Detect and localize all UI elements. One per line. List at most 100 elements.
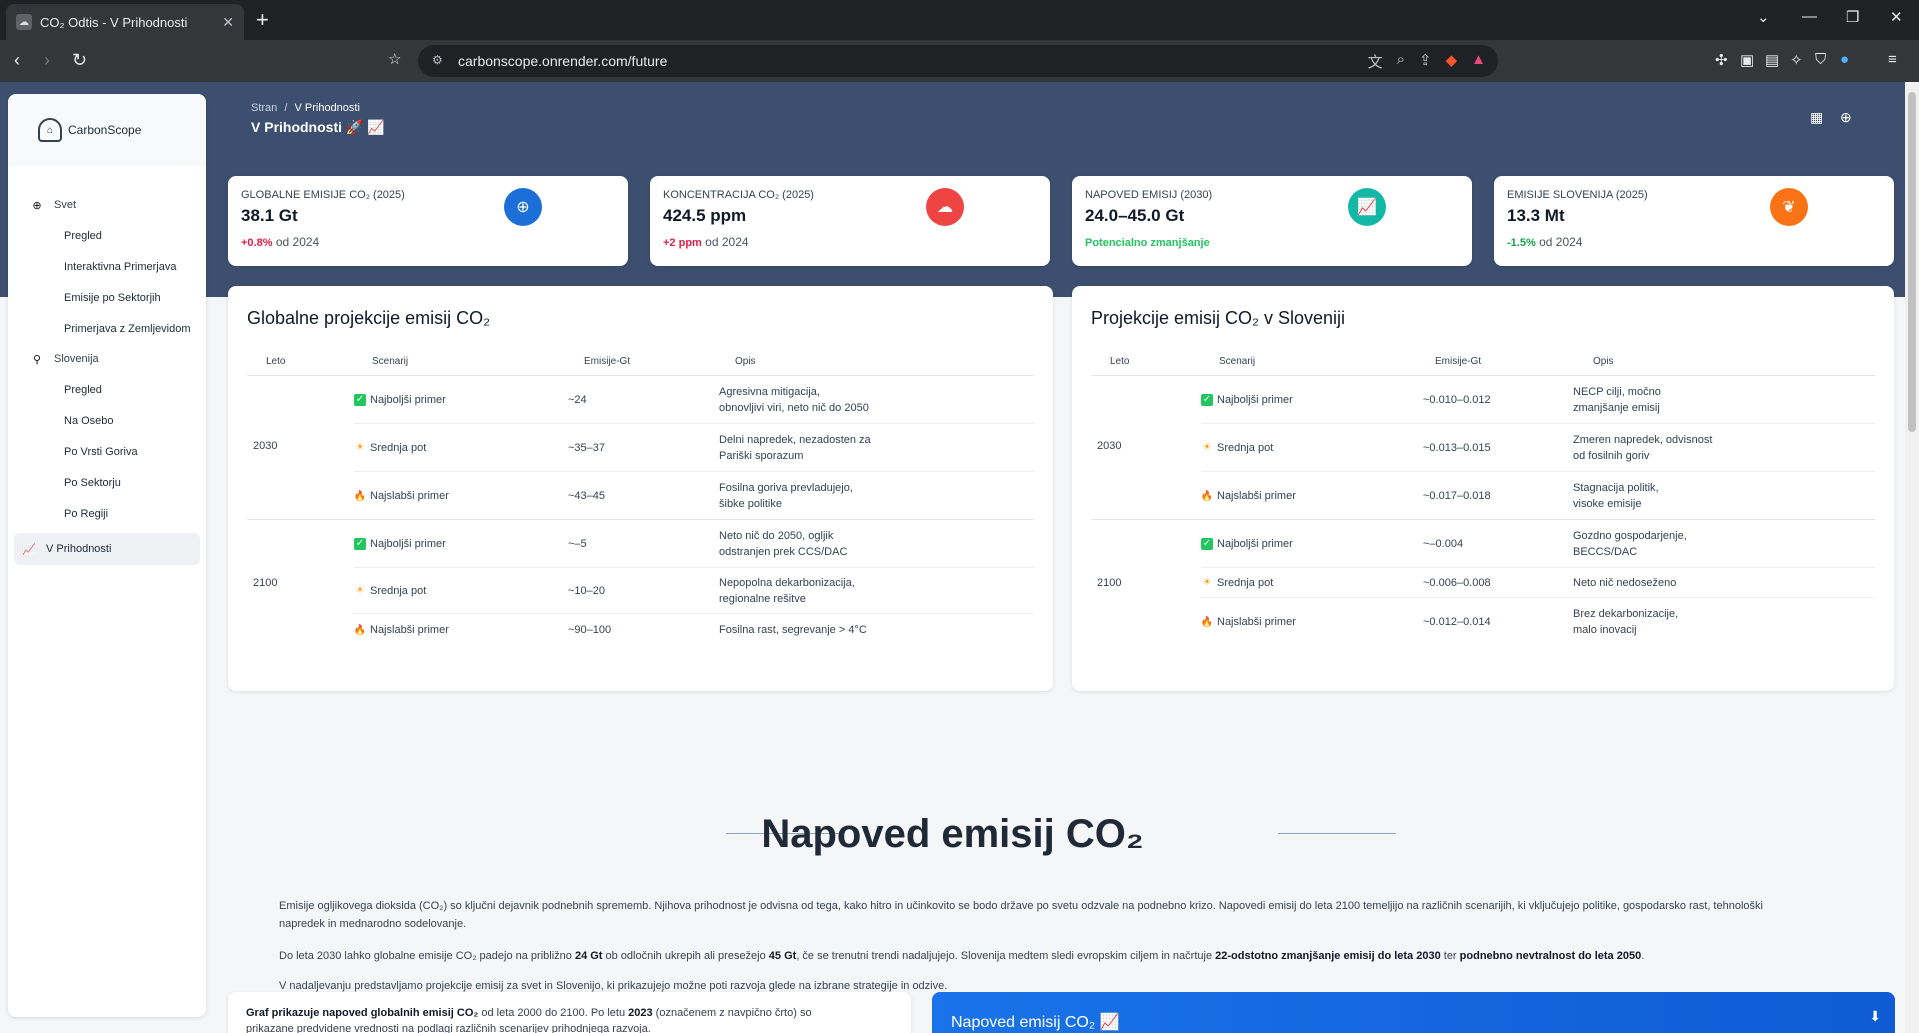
forward-icon[interactable]: › <box>44 50 50 70</box>
chart-icon: 📈 <box>1348 188 1386 226</box>
description-line: šibke politike <box>719 498 782 510</box>
sidebar-item-po-vrsti-goriva[interactable]: Po Vrsti Goriva <box>8 436 206 467</box>
emission-value: ~0.017–0.018 <box>1423 490 1491 502</box>
forecast-paragraph: Do leta 2030 lahko globalne emisije CO₂ … <box>279 947 1809 965</box>
description-line: Fosilna rast, segrevanje > 4°C <box>719 624 867 636</box>
stat-change: Potencialno zmanjšanje <box>1085 237 1210 249</box>
sidebar-item-pregled[interactable]: Pregled <box>8 220 206 251</box>
scenario: Najslabši primer <box>1217 490 1296 502</box>
download-icon[interactable]: ⬇ <box>1869 1008 1881 1025</box>
stat-label: Emisije Slovenija (2025) <box>1507 189 1648 201</box>
sidebar-item-po-sektorju[interactable]: Po Sektorju <box>8 467 206 498</box>
stat-value: 424.5 ppm <box>663 206 747 225</box>
description-line: Neto nič nedoseženo <box>1573 576 1677 589</box>
sun-icon: ☀ <box>355 585 365 596</box>
description-line: Zmeren napredek, odvisnost <box>1573 433 1713 446</box>
sidebar-item-po-regiji[interactable]: Po Regiji <box>8 498 206 529</box>
year-group-2030: 2030 ✓ Najboljši primer ~24 Agresivna mit… <box>247 376 1034 520</box>
scenario: Najboljši primer <box>1217 393 1293 406</box>
breadcrumb-sep: / <box>284 102 288 114</box>
page-title: V Prihodnosti 🚀 📈 <box>251 119 385 135</box>
sidebar-item-emisije-po-sektorjih[interactable]: Emisije po Sektorjih <box>8 282 206 313</box>
browser-tab[interactable]: ☁ CO₂ Odtis - V Prihodnosti ✕ <box>6 4 244 40</box>
minimize-icon[interactable]: — <box>1802 8 1817 25</box>
text: , če se trenutni trendi nadaljujejo. Slo… <box>796 950 1216 962</box>
description-line: malo inovacij <box>1573 624 1637 636</box>
global-projections-card: Globalne projekcije emisij CO₂ Leto Scen… <box>228 286 1053 691</box>
sidebar-group-slovenija[interactable]: ⚲ Slovenija <box>8 344 206 374</box>
restore-icon[interactable]: ❐ <box>1846 8 1859 26</box>
translate-icon[interactable]: 文 <box>1368 51 1383 72</box>
vpn-icon[interactable]: ⛉ <box>1815 51 1826 68</box>
emission-value: ~43–45 <box>568 490 606 502</box>
description-line: Nepopolna dekarbonizacija, <box>719 576 855 589</box>
sun-icon: ☀ <box>1202 577 1212 588</box>
fire-icon: 🔥 <box>1200 616 1214 628</box>
reload-icon[interactable]: ↻ <box>72 50 87 70</box>
col-header-scenarij: Scenarij <box>1219 356 1256 367</box>
emission-value: ~24 <box>568 393 587 406</box>
scrollbar-thumb[interactable] <box>1908 92 1916 432</box>
page-scrollbar[interactable] <box>1905 82 1919 1033</box>
description-line: Pariški sporazum <box>719 449 804 462</box>
emission-value: ~0.010–0.012 <box>1423 393 1491 406</box>
map-pin-icon: ⚲ <box>32 353 42 366</box>
address-bar[interactable]: ⚙ carbonscope.onrender.com/future 文 ⌕ ⇪ … <box>418 45 1498 77</box>
brand-name: CarbonScope <box>68 123 142 137</box>
zoom-icon[interactable]: ⌕ <box>1397 51 1405 72</box>
scenario: Najslabši primer <box>370 624 449 636</box>
stat-label: Koncentracija CO₂ (2025) <box>663 189 814 201</box>
sidebar-item-primerjava-z-zemljevidom[interactable]: Primerjava z Zemljevidom <box>8 313 206 344</box>
menu-icon[interactable]: ≡ <box>1888 51 1897 68</box>
share-icon[interactable]: ⇪ <box>1419 51 1432 72</box>
bookmark-icon[interactable]: ☆ <box>388 50 401 70</box>
extensions-icon[interactable]: ✣ <box>1715 51 1728 69</box>
site-settings-icon[interactable]: ⚙ <box>432 53 448 69</box>
table-row: ☀ Srednja pot ~35–37 Delni napredek, neza… <box>354 424 1034 472</box>
sidebar-item-slo-pregled[interactable]: Pregled <box>8 374 206 405</box>
sidebar-item-interaktivna-primerjava[interactable]: Interaktivna Primerjava <box>8 251 206 282</box>
tab-close-icon[interactable]: ✕ <box>222 14 234 31</box>
scenario: Najboljši primer <box>1217 537 1293 550</box>
emission-value: ~90–100 <box>568 624 612 636</box>
sidebar-item-na-osebo[interactable]: Na Osebo <box>8 405 206 436</box>
stat-suffix: od 2024 <box>1535 235 1583 249</box>
text-bold: podnebno nevtralnost do leta 2050 <box>1459 950 1642 962</box>
profile-icon[interactable]: ● <box>1840 51 1849 68</box>
description-line: odstranjen prek CCS/DAC <box>719 545 848 558</box>
scenario: Srednja pot <box>370 584 427 597</box>
rewards-icon[interactable]: ▲ <box>1471 51 1486 72</box>
sidebar-group-svet[interactable]: ⊕ Svet <box>8 190 206 220</box>
language-globe-icon[interactable]: ⊕ <box>1840 109 1852 126</box>
text-bold: 22-odstotno zmanjšanje emisij do leta 20… <box>1215 950 1441 962</box>
sidebar-item-label: V Prihodnosti <box>46 543 112 555</box>
tab-search-icon[interactable]: ⌄ <box>1757 8 1770 26</box>
calculator-icon[interactable]: ▦ <box>1810 109 1823 126</box>
section-title: Napoved emisij CO₂ <box>761 812 1144 856</box>
text: ter <box>1440 950 1460 962</box>
tab-title: CO₂ Odtis - V Prihodnosti <box>40 14 188 30</box>
col-header-opis: Opis <box>735 356 756 367</box>
text: (označenem z navpično črto) so <box>652 1007 812 1019</box>
section-divider <box>1278 833 1396 834</box>
stat-card-slovenia: Emisije Slovenija (2025) 13.3 Mt -1.5% o… <box>1494 176 1894 266</box>
sidebar-item-v-prihodnosti[interactable]: 📈 V Prihodnosti <box>14 533 200 565</box>
new-tab-icon[interactable]: + <box>256 8 269 32</box>
stat-value: 38.1 Gt <box>241 206 298 225</box>
description-line: visoke emisije <box>1573 498 1642 510</box>
emission-value: ~0.013–0.015 <box>1423 441 1491 454</box>
sidebar-toggle-icon[interactable]: ▣ <box>1740 51 1754 69</box>
leo-ai-icon[interactable]: ✧ <box>1790 51 1803 69</box>
close-window-icon[interactable]: ✕ <box>1890 8 1903 26</box>
back-icon[interactable]: ‹ <box>14 50 20 70</box>
scenario: Srednja pot <box>370 441 427 454</box>
breadcrumb-root[interactable]: Stran <box>251 102 277 114</box>
description-line: Gozdno gospodarjenje, <box>1573 529 1687 542</box>
logo-icon: ⌂ <box>38 118 62 142</box>
brand[interactable]: ⌂ CarbonScope <box>8 94 206 166</box>
table-row: 🔥 Najslabši primer ~90–100 Fosilna rast, … <box>354 614 1034 646</box>
table-row: ☀ Srednja pot ~0.006–0.008 Neto nič nedos… <box>1201 568 1875 598</box>
text: Do leta 2030 lahko globalne emisije CO₂ … <box>279 950 575 962</box>
wallet-icon[interactable]: ▤ <box>1765 51 1779 69</box>
brave-shield-icon[interactable]: ◆ <box>1446 51 1458 72</box>
